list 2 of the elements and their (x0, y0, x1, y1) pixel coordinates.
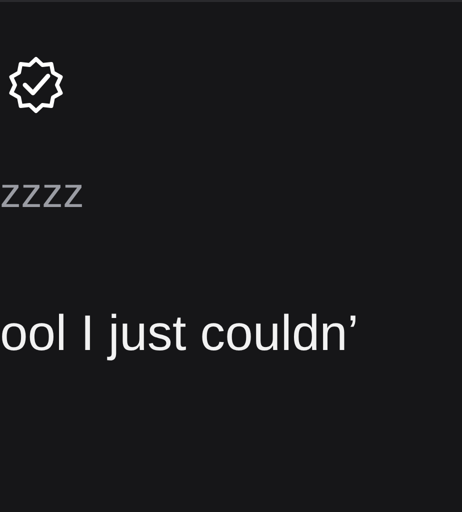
username: zzzz (0, 172, 85, 214)
post-text: ool I just couldn’ (0, 308, 360, 358)
